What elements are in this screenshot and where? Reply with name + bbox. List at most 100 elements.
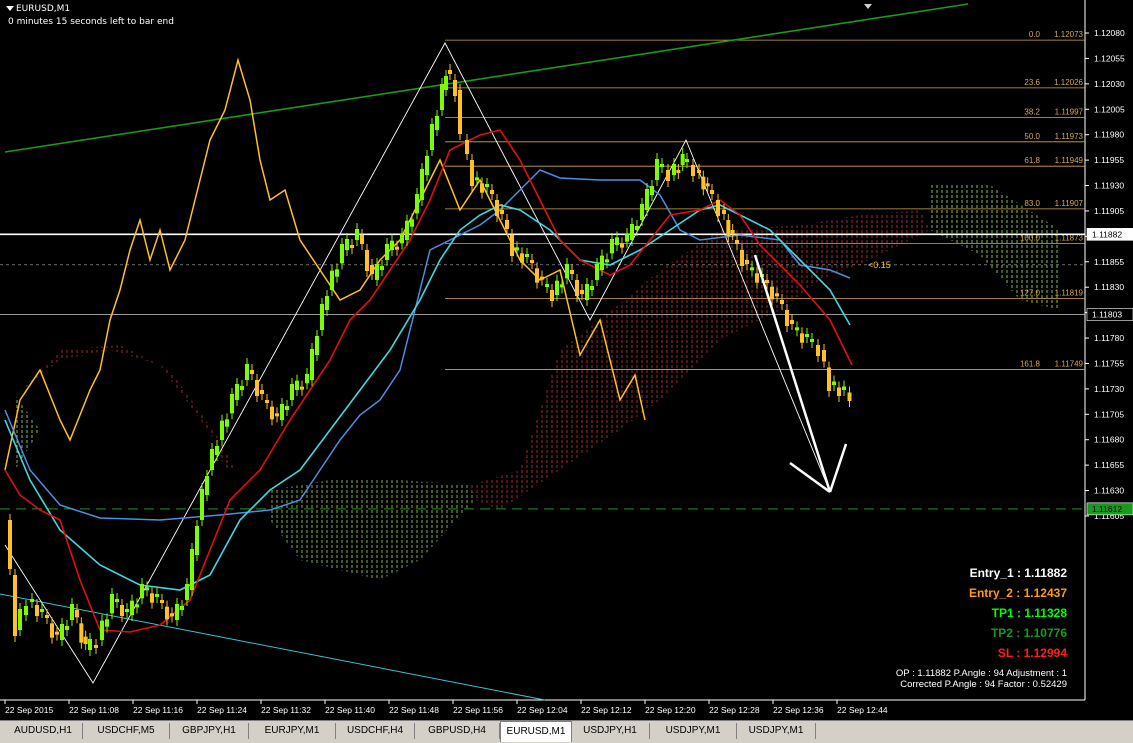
candle-body xyxy=(490,190,494,194)
candle-body xyxy=(620,243,624,248)
candle-body xyxy=(430,124,434,150)
symbol-dropdown-icon[interactable] xyxy=(6,6,14,11)
candle-body xyxy=(165,606,169,620)
candle-body xyxy=(410,219,414,227)
chart-tab-usdchf-m5[interactable]: USDCHF,M5 xyxy=(83,723,170,739)
tenkan-sen-line xyxy=(4,129,853,633)
candle-body xyxy=(805,334,809,337)
tp1-label: TP1 : 1.11328 xyxy=(991,606,1067,620)
price-tick-label: 1.12055 xyxy=(1094,53,1125,63)
chart-area[interactable]: 0.0 1.12073 23.6 1.12026 38.2 1.11997 50.0 1.11… xyxy=(0,0,1133,720)
candle-body xyxy=(590,286,594,290)
candle-body xyxy=(535,268,539,283)
candle-body xyxy=(355,229,359,240)
sl-label: SL : 1.12994 xyxy=(997,646,1067,660)
candle-body xyxy=(745,260,749,264)
fib-level-label: 0.0 xyxy=(1029,30,1041,39)
fib-level-label: 50.0 xyxy=(1024,132,1040,141)
chart-tab-audusd-h1[interactable]: AUDUSD,H1 xyxy=(4,723,83,739)
chart-symbol-title: EURUSD,M1 xyxy=(16,4,71,14)
candle-body xyxy=(335,269,339,277)
chart-tab-usdjpy-m1[interactable]: USDJPY,M1 xyxy=(737,723,816,739)
chart-tab-eurusd-m1[interactable]: EURUSD,M1 xyxy=(500,721,572,742)
candle-body xyxy=(716,200,720,216)
kumo-cloud-green-mid xyxy=(270,480,475,580)
candle-body xyxy=(200,489,204,520)
candle-body xyxy=(444,76,448,90)
candle-body xyxy=(330,270,334,290)
candle-body xyxy=(425,156,429,175)
candle-body xyxy=(100,620,104,640)
candle-body xyxy=(255,380,259,396)
time-axis-label: 22 Sep 2015 xyxy=(5,705,53,715)
candle-body xyxy=(265,400,269,403)
candle-body xyxy=(150,593,154,603)
candle-body xyxy=(250,370,254,374)
candle-body xyxy=(515,247,519,251)
candle-body xyxy=(610,239,614,254)
current-price-text: 1.11803 xyxy=(1092,310,1122,320)
candle-body xyxy=(770,286,774,300)
chart-tab-usdjpy-m1[interactable]: USDJPY,M1 xyxy=(650,723,737,739)
candle-body xyxy=(615,237,619,245)
candle-body xyxy=(60,624,64,640)
time-axis-label: 22 Sep 11:40 xyxy=(325,705,375,715)
fib-level-label: 23.6 xyxy=(1024,78,1040,87)
time-axis-label: 22 Sep 12:12 xyxy=(581,705,632,715)
chart-tab-usdchf-h4[interactable]: USDCHF,H4 xyxy=(336,723,415,739)
fib-price-label: 1.12026 xyxy=(1054,78,1083,87)
candle-body xyxy=(35,605,39,616)
price-tick-label: 1.12030 xyxy=(1094,79,1125,89)
tp-price-text: 1.11612 xyxy=(1092,504,1122,514)
fib-price-label: 1.11907 xyxy=(1055,199,1084,208)
candle-body xyxy=(290,384,294,400)
time-axis-label: 22 Sep 11:56 xyxy=(453,705,503,715)
price-tick-label: 1.11955 xyxy=(1094,155,1124,165)
candle-body xyxy=(185,584,189,600)
candle-body xyxy=(827,367,831,391)
fib-level-label: 38.2 xyxy=(1024,107,1040,116)
fib-price-label: 1.12073 xyxy=(1054,30,1083,39)
price-tick-label: 1.11780 xyxy=(1094,333,1124,343)
candle-body xyxy=(24,606,28,615)
candle-body xyxy=(310,349,314,380)
candle-body xyxy=(810,339,814,342)
chart-tab-gbpusd-h4[interactable]: GBPUSD,H4 xyxy=(415,723,500,739)
candle-body xyxy=(18,609,22,630)
price-tick-label: 1.11830 xyxy=(1094,282,1124,292)
price-tick-label: 1.11680 xyxy=(1094,435,1124,445)
candle-body xyxy=(375,264,379,280)
candle-body xyxy=(495,200,499,216)
candle-body xyxy=(170,613,174,617)
fib-level-label: 61.8 xyxy=(1024,156,1040,165)
candle-body xyxy=(50,623,54,638)
candle-body xyxy=(555,280,559,295)
candle-body xyxy=(83,636,88,644)
price-tick-label: 1.11630 xyxy=(1094,486,1124,496)
projection-arrow-head-right xyxy=(828,443,848,493)
candle-body xyxy=(847,392,852,401)
candle-body xyxy=(740,250,744,266)
price-chart[interactable]: 0.0 1.12073 23.6 1.12026 38.2 1.11997 50.0 1.11… xyxy=(0,0,1133,720)
candle-body xyxy=(837,387,841,396)
entry2-label: Entry_2 : 1.12437 xyxy=(968,586,1067,600)
price-tick-label: 1.11855 xyxy=(1094,257,1124,267)
candle-body xyxy=(300,386,304,390)
candle-body xyxy=(160,600,164,603)
chart-tab-usdjpy-h1[interactable]: USDJPY,H1 xyxy=(571,723,650,739)
chart-tab-eurjpy-m1[interactable]: EURJPY,M1 xyxy=(249,723,336,739)
time-axis-label: 22 Sep 12:28 xyxy=(709,705,760,715)
candle-body xyxy=(280,404,284,420)
price-tick-label: 1.11705 xyxy=(1094,409,1124,419)
time-axis-label: 22 Sep 11:24 xyxy=(197,705,247,715)
candle-body xyxy=(510,235,514,256)
candle-body xyxy=(580,290,584,294)
chart-tab-gbpjpy-h1[interactable]: GBPJPY,H1 xyxy=(170,723,249,739)
candle-body xyxy=(13,575,17,636)
candle-body xyxy=(735,240,739,244)
kumo-cloud-left xyxy=(10,345,235,470)
fib-price-label: 1.11749 xyxy=(1055,360,1084,369)
kijun-sen-line xyxy=(4,169,851,521)
chart-shift-marker-icon xyxy=(864,4,872,9)
candle-body xyxy=(775,293,779,297)
